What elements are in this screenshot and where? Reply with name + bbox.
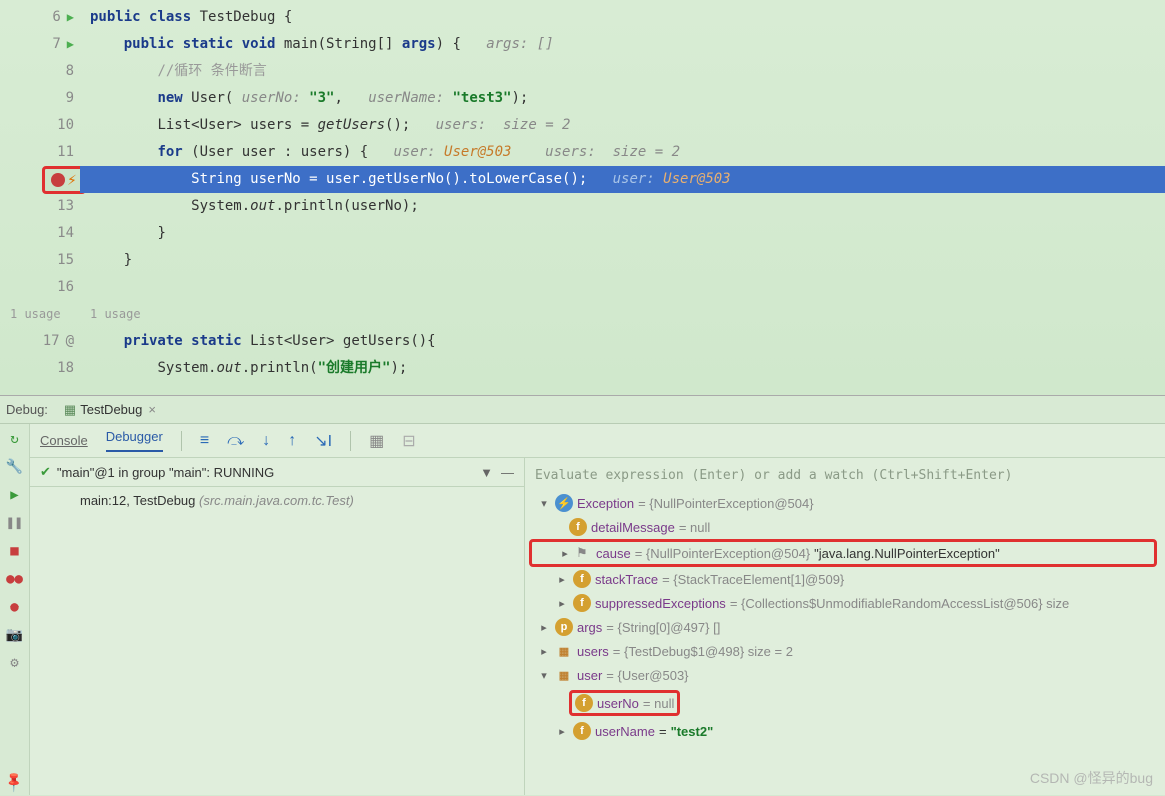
tab-console[interactable]: Console (40, 433, 88, 448)
wrench-icon[interactable]: 🔧 (6, 458, 24, 476)
chevron-right-icon[interactable]: ▸ (537, 621, 551, 634)
usages-hint[interactable]: 1 usage (80, 301, 1165, 328)
gutter-line[interactable]: 7▶ (0, 31, 74, 58)
collapse-icon[interactable]: — (501, 465, 514, 480)
app-icon: ▦ (64, 402, 76, 418)
inline-hint: args: [] (461, 36, 554, 52)
settings-icon[interactable]: ⚙ (6, 654, 24, 672)
var-row[interactable]: ▾ ▦ user = {User@503} (525, 663, 1165, 687)
var-row[interactable]: ▸ f stackTrace = {StackTraceElement[1]@5… (525, 567, 1165, 591)
object-icon: ▦ (555, 642, 573, 660)
eval-expression-input[interactable]: Evaluate expression (Enter) or add a wat… (525, 462, 1165, 489)
filter-icon[interactable]: ▼ (480, 465, 493, 480)
gutter-line[interactable]: 12 ⚡ (0, 166, 74, 193)
camera-icon[interactable]: 📷 (6, 626, 24, 644)
at-icon: @ (66, 328, 74, 355)
inline-hint: User@503 (444, 144, 511, 160)
gutter-line[interactable]: 10 (0, 112, 74, 139)
variables-pane: Evaluate expression (Enter) or add a wat… (525, 458, 1165, 795)
gutter-line[interactable]: 8 (0, 58, 74, 85)
watermark: CSDN @怪异的bug (1030, 768, 1153, 788)
mute-breakpoints-icon[interactable]: ● (6, 598, 24, 616)
gutter-line[interactable]: 15 (0, 247, 74, 274)
stop-icon[interactable]: ■ (6, 542, 24, 560)
gutter-line[interactable]: 16 (0, 274, 74, 301)
field-icon: f (575, 694, 593, 712)
gutter-line[interactable]: 18 (0, 355, 74, 382)
close-icon[interactable]: × (148, 402, 156, 417)
param-icon: p (555, 618, 573, 636)
rerun-icon[interactable]: ↻ (6, 430, 24, 448)
var-row[interactable]: ▸ f userName = "test2" (525, 719, 1165, 743)
gutter-line[interactable]: 6▶ (0, 4, 74, 31)
stack-frame[interactable]: main:12, TestDebug (src.main.java.com.tc… (30, 487, 524, 514)
inline-hint: User@503 (663, 171, 730, 187)
field-icon: f (573, 570, 591, 588)
field-icon: f (569, 518, 587, 536)
debug-tab-run[interactable]: ▦ TestDebug × (56, 399, 164, 421)
check-icon: ✔ (40, 464, 51, 480)
var-row-highlighted[interactable]: ▸ ⚑ cause = {NullPointerException@504} "… (529, 539, 1157, 567)
current-exec-line: String userNo = user.getUserNo().toLower… (80, 166, 1165, 193)
chevron-down-icon[interactable]: ▾ (537, 497, 551, 510)
var-row[interactable]: ▾ ⚡ Exception = {NullPointerException@50… (525, 491, 1165, 515)
gutter-line[interactable]: 9 (0, 85, 74, 112)
var-row[interactable]: f detailMessage = null (525, 515, 1165, 539)
exception-icon: ⚡ (555, 494, 573, 512)
step-over-icon[interactable]: ⤼ (227, 432, 244, 450)
debug-toolbar: Console Debugger ≡ ⤼ ↓ ↑ ↘I ▦ ⊟ (30, 424, 1165, 458)
gutter-line[interactable]: 14 (0, 220, 74, 247)
show-exec-point-icon[interactable]: ≡ (200, 432, 209, 450)
step-into-icon[interactable]: ↓ (262, 432, 270, 450)
debug-tabs: Debug: ▦ TestDebug × (0, 396, 1165, 424)
field-icon: f (573, 722, 591, 740)
debug-panel: Debug: ▦ TestDebug × ↻ 🔧 ▶ ❚❚ ■ ●● ● 📷 ⚙… (0, 395, 1165, 795)
thread-selector[interactable]: ✔ "main"@1 in group "main": RUNNING ▼ — (30, 458, 524, 487)
step-out-icon[interactable]: ↑ (288, 432, 296, 450)
field-icon: f (573, 594, 591, 612)
gutter-line[interactable]: 11 (0, 139, 74, 166)
frames-pane: ✔ "main"@1 in group "main": RUNNING ▼ — … (30, 458, 525, 795)
object-icon: ▦ (555, 666, 573, 684)
run-to-cursor-icon[interactable]: ↘I (314, 431, 332, 451)
var-row[interactable]: ▸ f suppressedExceptions = {Collections$… (525, 591, 1165, 615)
usages-hint[interactable]: 1 usage (0, 301, 74, 328)
chevron-right-icon[interactable]: ▸ (537, 645, 551, 658)
view-breakpoints-icon[interactable]: ●● (6, 570, 24, 588)
tab-debugger[interactable]: Debugger (106, 429, 163, 452)
gutter-line[interactable]: 13 (0, 193, 74, 220)
inline-hint: users: size = 2 (410, 117, 570, 133)
trace-icon[interactable]: ⊟ (402, 431, 415, 451)
debug-sidebar-tools: ↻ 🔧 ▶ ❚❚ ■ ●● ● 📷 ⚙ (0, 424, 30, 795)
debug-label: Debug: (6, 402, 48, 417)
evaluate-icon[interactable]: ▦ (369, 431, 384, 451)
var-row-highlighted[interactable]: f userNo = null (525, 687, 1165, 719)
code-body[interactable]: public class TestDebug { public static v… (80, 0, 1165, 395)
resume-icon[interactable]: ▶ (6, 486, 24, 504)
chevron-right-icon[interactable]: ▸ (555, 573, 569, 586)
var-row[interactable]: ▸ ▦ users = {TestDebug$1@498} size = 2 (525, 639, 1165, 663)
var-row[interactable]: ▸ p args = {String[0]@497} [] (525, 615, 1165, 639)
run-icon[interactable]: ▶ (67, 4, 74, 31)
flag-icon: ⚑ (576, 545, 592, 561)
chevron-right-icon[interactable]: ▸ (555, 725, 569, 738)
chevron-right-icon[interactable]: ▸ (555, 597, 569, 610)
pause-icon[interactable]: ❚❚ (6, 514, 24, 532)
gutter-line[interactable]: 17@ (0, 328, 74, 355)
run-icon[interactable]: ▶ (67, 31, 74, 58)
chevron-down-icon[interactable]: ▾ (537, 669, 551, 682)
code-editor: 6▶ 7▶ 8 9 10 11 12 ⚡ 13 14 15 16 1 usage… (0, 0, 1165, 395)
chevron-right-icon[interactable]: ▸ (558, 547, 572, 560)
gutter: 6▶ 7▶ 8 9 10 11 12 ⚡ 13 14 15 16 1 usage… (0, 0, 80, 395)
